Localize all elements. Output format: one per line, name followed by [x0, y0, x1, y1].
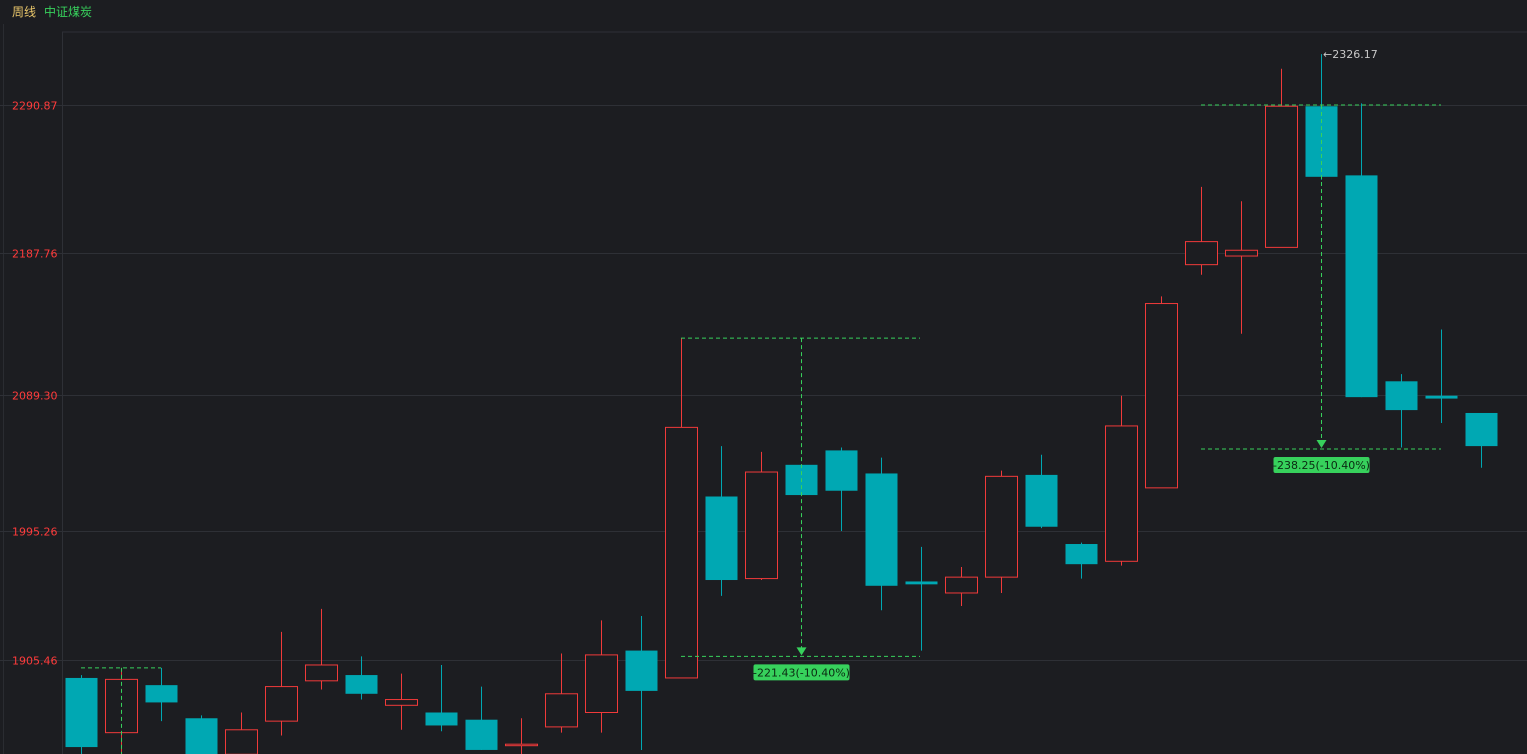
candle — [705, 446, 738, 596]
candle — [425, 664, 458, 732]
candle — [1065, 542, 1098, 579]
candle — [865, 457, 898, 611]
candlestick-chart[interactable]: 2290.87 2187.76 2089.30 1995.26 1905.46 ←2326… — [0, 0, 1527, 754]
candle — [1105, 395, 1138, 566]
y-tick-label: 2187.76 — [12, 248, 58, 261]
candle — [1225, 201, 1258, 334]
y-tick-label: 1995.26 — [12, 526, 58, 539]
candle — [265, 631, 298, 736]
candle — [345, 656, 378, 700]
candle-body[interactable] — [1465, 412, 1498, 447]
candle — [1305, 54, 1338, 180]
candle-body[interactable] — [945, 576, 978, 594]
candle-body[interactable] — [985, 475, 1018, 578]
candle-body[interactable] — [65, 677, 98, 748]
candle-body[interactable] — [585, 654, 618, 714]
candle — [745, 451, 778, 581]
candle — [1145, 296, 1178, 489]
candle-body[interactable] — [1385, 381, 1418, 411]
candle — [505, 718, 538, 754]
candle — [225, 712, 258, 754]
candle-body[interactable] — [385, 699, 418, 706]
candle — [465, 686, 498, 750]
candle-body[interactable] — [1225, 249, 1258, 257]
candle — [625, 616, 658, 750]
candle-body[interactable] — [1345, 175, 1378, 398]
candle-body[interactable] — [265, 686, 298, 722]
candle-body[interactable] — [1185, 241, 1218, 266]
candle-body[interactable] — [1145, 303, 1178, 489]
candle-body[interactable] — [305, 664, 338, 682]
candle — [1185, 186, 1218, 275]
y-tick-label: 2089.30 — [12, 390, 58, 403]
candle-body[interactable] — [865, 473, 898, 586]
candle — [825, 447, 858, 532]
candle — [1345, 103, 1378, 398]
candle-body[interactable] — [425, 712, 458, 726]
candle-body[interactable] — [905, 581, 938, 585]
candle — [1025, 454, 1058, 529]
measure-arrow — [796, 647, 807, 656]
candle-body[interactable] — [465, 719, 498, 750]
candle-body[interactable] — [665, 426, 698, 679]
candle — [585, 620, 618, 733]
candle-body[interactable] — [825, 450, 858, 491]
measure-badge-label: -238.25(-10.40%) — [1273, 459, 1370, 472]
symbol-label[interactable]: 中证煤炭 — [44, 4, 92, 20]
measure-arrow — [1316, 439, 1327, 448]
candle-body[interactable] — [1065, 544, 1098, 565]
candle — [185, 715, 218, 754]
candle-body[interactable] — [1025, 474, 1058, 527]
candle — [985, 470, 1018, 593]
candle-body[interactable] — [1425, 395, 1458, 399]
chart-header: 周线 中证煤炭 — [12, 4, 92, 20]
candle-body[interactable] — [1265, 105, 1298, 248]
candle-body[interactable] — [1105, 425, 1138, 562]
candle-body[interactable] — [705, 496, 738, 581]
candle — [1265, 68, 1298, 248]
candle — [545, 653, 578, 733]
candle-body[interactable] — [625, 650, 658, 691]
peak-label: ←2326.17 — [1323, 48, 1378, 61]
candle — [1465, 412, 1498, 468]
candle — [145, 667, 178, 722]
candle-body[interactable] — [745, 471, 778, 580]
candle — [905, 546, 938, 651]
candle-body[interactable] — [505, 743, 538, 747]
candle — [1385, 374, 1418, 448]
candle-body[interactable] — [145, 685, 178, 703]
candle-body[interactable] — [345, 675, 378, 694]
candle — [65, 675, 98, 754]
y-tick-label: 2290.87 — [12, 100, 58, 113]
candle-body[interactable] — [225, 729, 258, 754]
candle — [945, 567, 978, 606]
candle-body[interactable] — [545, 693, 578, 728]
candle — [385, 673, 418, 730]
measure-badge-label: -221.43(-10.40%) — [753, 666, 850, 679]
chart-window: 周线 中证煤炭 2290.87 2187.76 2089.30 1995.26 1905… — [0, 0, 1527, 754]
period-label[interactable]: 周线 — [12, 4, 36, 20]
y-tick-label: 1905.46 — [12, 655, 58, 668]
candle-body[interactable] — [185, 718, 218, 754]
candle — [1425, 329, 1458, 424]
candle — [665, 338, 698, 679]
candle — [305, 608, 338, 690]
